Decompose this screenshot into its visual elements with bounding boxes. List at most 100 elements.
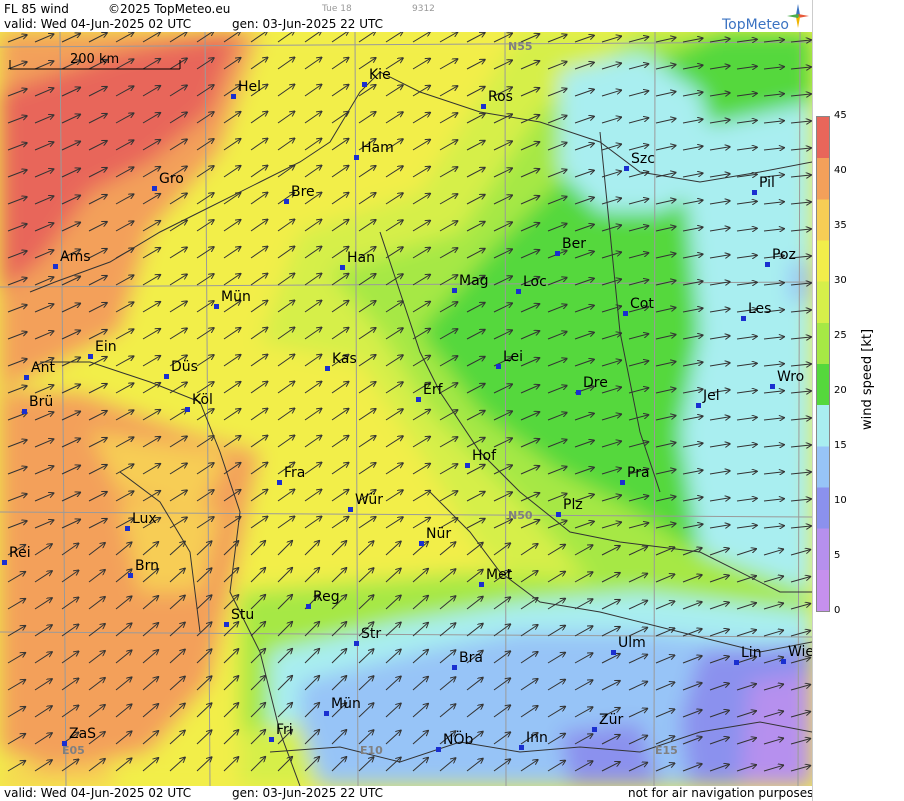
footer-bar: valid: Wed 04-Jun-2025 02 UTC gen: 03-Ju…	[0, 786, 814, 801]
city-label: Pil	[759, 175, 775, 191]
city-dot	[128, 573, 133, 578]
city-label: Gro	[159, 171, 184, 187]
city-dot	[555, 251, 560, 256]
city-dot	[354, 155, 359, 160]
city-label: Ham	[361, 140, 394, 156]
city-dot	[354, 641, 359, 646]
city-dot	[734, 660, 739, 665]
city-dot	[340, 265, 345, 270]
city-dot	[416, 397, 421, 402]
city-label: Wie	[788, 644, 812, 660]
header-bar: FL 85 wind ©2025 TopMeteo.eu Tue 18 9312…	[0, 0, 812, 33]
wind-speed-field	[0, 32, 812, 786]
city-label: Mün	[221, 289, 251, 305]
city-label: Fra	[284, 465, 306, 481]
city-label: Fri	[276, 722, 293, 738]
city-dot	[620, 480, 625, 485]
city-label: Lei	[503, 349, 524, 365]
city-label: Pra	[627, 465, 650, 481]
city-label: ZaS	[69, 726, 97, 742]
scale-bar-label: 200 km	[70, 52, 120, 67]
city-label: Bre	[291, 184, 315, 200]
city-dot	[452, 665, 457, 670]
city-dot	[214, 304, 219, 309]
city-label: Ros	[488, 89, 513, 105]
legend-tick-label: 10	[834, 495, 847, 506]
city-dot	[752, 190, 757, 195]
city-label: Jel	[703, 388, 720, 404]
legend-tick-label: 35	[834, 220, 847, 231]
city-dot	[125, 526, 130, 531]
city-dot	[152, 186, 157, 191]
city-label: Mag	[459, 273, 489, 289]
city-label: Erf	[423, 382, 443, 398]
legend-tick-label: 30	[834, 275, 847, 286]
city-dot	[556, 512, 561, 517]
city-label: Str	[361, 626, 382, 642]
city-label: Wro	[777, 369, 805, 385]
city-label: Dre	[583, 375, 608, 391]
city-dot	[770, 384, 775, 389]
city-label: Lin	[741, 645, 762, 661]
legend-color-bar	[816, 116, 830, 612]
city-dot	[496, 364, 501, 369]
copyright: ©2025 TopMeteo.eu	[108, 2, 231, 16]
small-time: Tue 18	[322, 4, 352, 14]
city-dot	[741, 316, 746, 321]
grid-label-n55: N55	[508, 40, 533, 53]
city-dot	[592, 727, 597, 732]
disclaimer: not for air navigation purposes	[628, 786, 814, 800]
city-dot	[765, 262, 770, 267]
valid-time: valid: Wed 04-Jun-2025 02 UTC	[4, 17, 192, 31]
legend-tick-label: 5	[834, 550, 841, 561]
legend-tick-label: 20	[834, 385, 847, 396]
city-label: Reg	[313, 589, 340, 605]
legend-tick-label: 45	[834, 110, 847, 121]
city-dot	[623, 311, 628, 316]
city-label: Rei	[9, 545, 31, 561]
city-dot	[24, 375, 29, 380]
city-dot	[436, 747, 441, 752]
city-dot	[2, 560, 7, 565]
legend-tick-label: 15	[834, 440, 847, 451]
city-label: Wür	[355, 492, 383, 508]
city-dot	[481, 104, 486, 109]
city-dot	[325, 366, 330, 371]
city-dot	[576, 390, 581, 395]
city-label: Kas	[332, 351, 357, 367]
city-label: Ber	[562, 236, 586, 252]
grid-label-e15: E15	[655, 744, 678, 757]
city-label: Lux	[132, 511, 157, 527]
small-code: 9312	[412, 4, 435, 14]
city-label: Hof	[472, 448, 497, 464]
city-label: Stu	[231, 607, 255, 623]
legend-tick-label: 25	[834, 330, 847, 341]
legend-tick-label: 40	[834, 165, 847, 176]
city-dot	[324, 711, 329, 716]
city-label: Loc	[523, 274, 547, 290]
city-label: Kie	[369, 67, 391, 83]
city-label: Inn	[526, 730, 548, 746]
city-dot	[479, 582, 484, 587]
city-dot	[348, 507, 353, 512]
city-dot	[516, 289, 521, 294]
city-dot	[22, 409, 27, 414]
grid-label-n50: N50	[508, 509, 533, 522]
city-label: Ulm	[618, 635, 646, 651]
grid-label-e10: E10	[360, 744, 383, 757]
city-label: Plz	[563, 497, 583, 513]
city-label: Les	[748, 301, 772, 317]
city-label: Ein	[95, 339, 117, 355]
city-label: Ams	[60, 249, 91, 265]
city-dot	[465, 463, 470, 468]
city-dot	[231, 94, 236, 99]
city-dot	[62, 741, 67, 746]
city-dot	[624, 166, 629, 171]
city-label: Poz	[772, 247, 796, 263]
city-dot	[284, 199, 289, 204]
city-label: Brn	[135, 558, 159, 574]
wind-map[interactable]: 200 km N55 N50 E05 E10 E15 Hel Kie Ros Ham S…	[0, 32, 812, 786]
city-dot	[185, 407, 190, 412]
city-dot	[781, 659, 786, 664]
brand-logo-text: TopMeteo	[722, 17, 789, 33]
